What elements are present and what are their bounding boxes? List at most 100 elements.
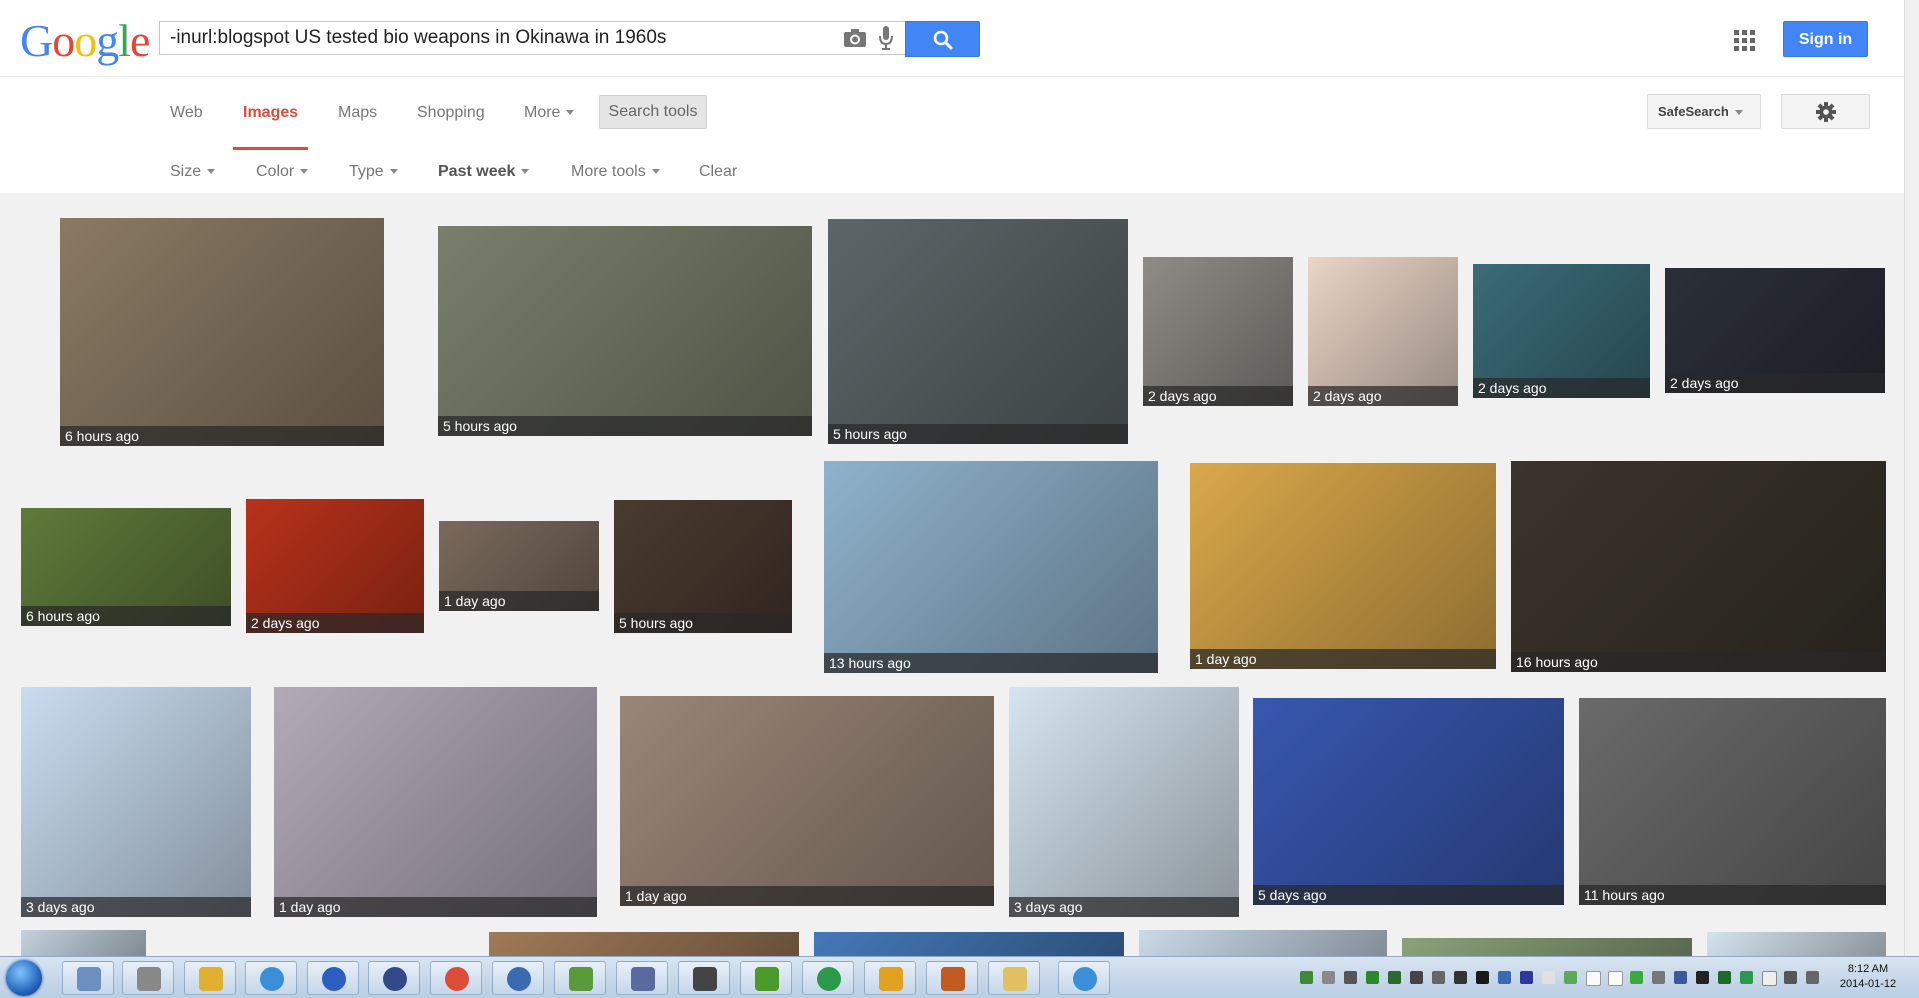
tray-icon[interactable] xyxy=(1630,971,1643,984)
image-result[interactable]: 1 day ago xyxy=(274,687,597,917)
image-result[interactable] xyxy=(1402,938,1692,956)
taskbar-app-icon[interactable] xyxy=(122,961,174,995)
image-result[interactable]: 2 days ago xyxy=(1665,268,1885,393)
tool-color[interactable]: Color xyxy=(256,163,309,181)
taskbar-app-icon[interactable] xyxy=(62,961,114,995)
image-result[interactable] xyxy=(814,932,1124,956)
image-result[interactable]: 5 days ago xyxy=(1253,698,1564,905)
power-icon[interactable] xyxy=(1806,971,1819,984)
taskbar-app-icon[interactable] xyxy=(430,961,482,995)
result-timestamp: 5 hours ago xyxy=(614,613,792,633)
tool-time[interactable]: Past week xyxy=(438,163,530,181)
tray-icon[interactable] xyxy=(1432,971,1445,984)
search-button[interactable] xyxy=(905,21,980,57)
tray-icon[interactable] xyxy=(1476,971,1489,984)
tab-images[interactable]: Images xyxy=(243,104,298,122)
tray-icon[interactable] xyxy=(1498,971,1511,984)
image-result[interactable]: 16 hours ago xyxy=(1511,461,1886,672)
tool-clear[interactable]: Clear xyxy=(699,163,737,181)
taskbar-app-icon[interactable] xyxy=(1058,961,1110,995)
taskbar-app-icon[interactable] xyxy=(368,961,420,995)
google-logo[interactable]: Google xyxy=(20,17,150,65)
tray-icon[interactable] xyxy=(1564,971,1577,984)
image-result[interactable]: 5 hours ago xyxy=(614,500,792,633)
chevron-down-icon xyxy=(651,169,660,175)
taskbar-app-icon[interactable] xyxy=(307,961,359,995)
taskbar-app-icon[interactable] xyxy=(740,961,792,995)
taskbar-app-icon[interactable] xyxy=(802,961,854,995)
tray-icon[interactable] xyxy=(1674,971,1687,984)
taskbar-app-icon[interactable] xyxy=(864,961,916,995)
image-result[interactable]: 5 hours ago xyxy=(438,226,812,436)
result-timestamp: 2 days ago xyxy=(1308,386,1458,406)
tray-icon[interactable] xyxy=(1388,971,1401,984)
taskbar-app-icon[interactable] xyxy=(926,961,978,995)
taskbar-app-icon[interactable] xyxy=(678,961,730,995)
tray-icon[interactable] xyxy=(1740,971,1753,984)
image-result[interactable]: 13 hours ago xyxy=(824,461,1158,673)
taskbar-app-icon[interactable] xyxy=(988,961,1040,995)
tray-icon[interactable] xyxy=(1344,971,1357,984)
tool-more-tools[interactable]: More tools xyxy=(571,163,660,181)
image-result[interactable] xyxy=(1139,930,1387,956)
tray-icon[interactable] xyxy=(1410,971,1423,984)
tray-icon[interactable] xyxy=(1586,971,1601,986)
tab-maps[interactable]: Maps xyxy=(338,104,377,122)
image-result[interactable]: 2 days ago xyxy=(246,499,424,633)
image-result[interactable]: 1 day ago xyxy=(620,696,994,906)
result-timestamp: 6 hours ago xyxy=(21,606,231,626)
tool-type[interactable]: Type xyxy=(349,163,398,181)
tray-icon[interactable] xyxy=(1608,971,1623,986)
image-result[interactable]: 5 hours ago xyxy=(828,219,1128,444)
image-result[interactable]: 6 hours ago xyxy=(21,508,231,626)
tray-icon[interactable] xyxy=(1300,971,1313,984)
tool-size[interactable]: Size xyxy=(170,163,216,181)
search-tools-button[interactable]: Search tools xyxy=(599,95,707,129)
taskbar-app-icon[interactable] xyxy=(554,961,606,995)
network-icon[interactable] xyxy=(1784,971,1797,984)
clock-date: 2014-01-12 xyxy=(1839,978,1897,990)
chevron-down-icon xyxy=(300,169,309,175)
tray-icon[interactable] xyxy=(1322,971,1335,984)
settings-button[interactable] xyxy=(1781,94,1870,129)
taskbar-app-icon[interactable] xyxy=(616,961,668,995)
tray-icon[interactable] xyxy=(1454,971,1467,984)
tool-color-label: Color xyxy=(256,163,295,180)
image-result[interactable]: 11 hours ago xyxy=(1579,698,1886,905)
tab-more[interactable]: More xyxy=(524,104,575,122)
gear-icon xyxy=(1816,102,1836,122)
image-result[interactable]: 2 days ago xyxy=(1143,257,1293,406)
result-timestamp: 3 days ago xyxy=(1009,897,1239,917)
taskbar-app-icon[interactable] xyxy=(492,961,544,995)
tray-icon[interactable] xyxy=(1542,971,1555,984)
image-result[interactable] xyxy=(489,932,799,956)
microphone-icon[interactable] xyxy=(878,25,894,51)
camera-icon[interactable] xyxy=(843,28,867,48)
image-result[interactable]: 6 hours ago xyxy=(60,218,384,446)
vertical-scrollbar[interactable] xyxy=(1904,0,1919,956)
image-result[interactable]: 3 days ago xyxy=(21,687,251,917)
tab-web[interactable]: Web xyxy=(170,104,203,122)
image-result[interactable] xyxy=(1707,932,1886,956)
taskbar-app-icon[interactable] xyxy=(245,961,297,995)
tray-icon[interactable] xyxy=(1696,971,1709,984)
volume-icon[interactable] xyxy=(1652,971,1665,984)
apps-grid-icon[interactable] xyxy=(1734,30,1756,52)
image-result[interactable]: 2 days ago xyxy=(1473,264,1650,398)
image-result[interactable]: 1 day ago xyxy=(1190,463,1496,669)
tray-icon[interactable] xyxy=(1366,971,1379,984)
search-input[interactable] xyxy=(170,22,830,54)
system-clock[interactable]: 8:12 AM 2014-01-12 xyxy=(1836,962,1900,992)
image-result[interactable]: 3 days ago xyxy=(1009,687,1239,917)
image-result[interactable]: 2 days ago xyxy=(1308,257,1458,406)
image-result[interactable] xyxy=(21,930,146,956)
tab-shopping[interactable]: Shopping xyxy=(417,104,485,122)
image-result[interactable]: 1 day ago xyxy=(439,521,599,611)
taskbar-app-icon[interactable] xyxy=(184,961,236,995)
safesearch-button[interactable]: SafeSearch xyxy=(1647,94,1761,129)
tray-icon[interactable] xyxy=(1762,971,1777,986)
sign-in-button[interactable]: Sign in xyxy=(1783,21,1868,57)
start-button[interactable] xyxy=(6,960,42,996)
tray-icon[interactable] xyxy=(1718,971,1731,984)
tray-icon[interactable] xyxy=(1520,971,1533,984)
